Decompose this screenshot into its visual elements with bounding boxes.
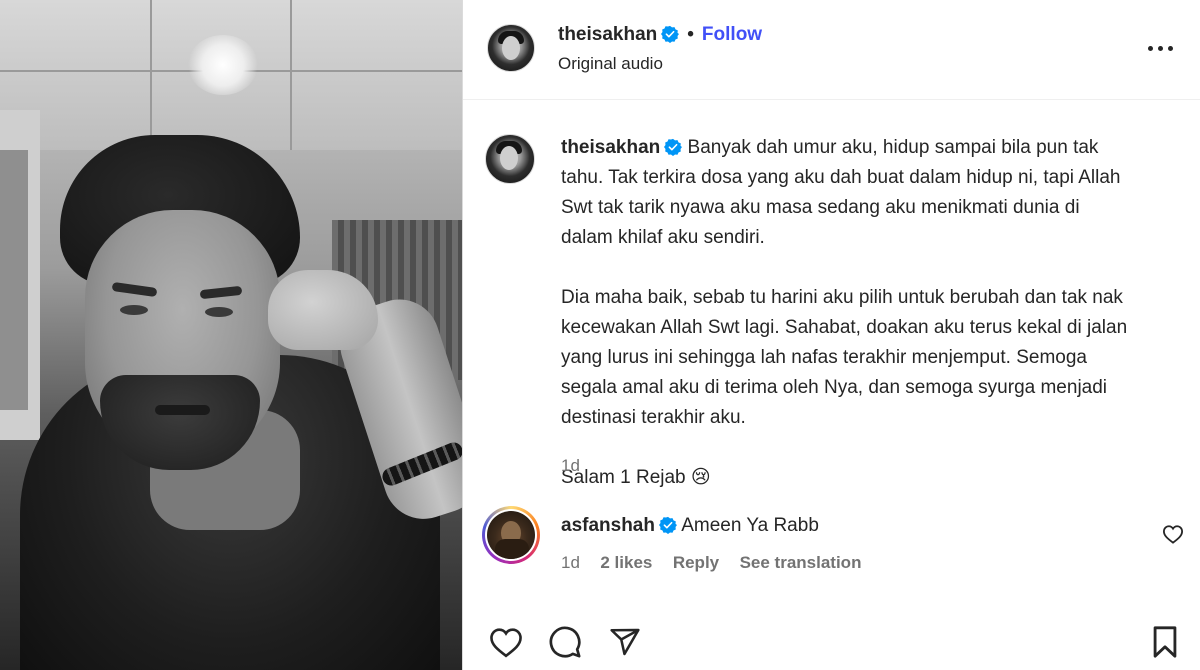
small-heart-icon[interactable] — [1162, 524, 1184, 544]
avatar-body — [495, 539, 529, 559]
commenter-avatar[interactable] — [482, 506, 540, 564]
author-username[interactable]: theisakhan — [558, 24, 657, 45]
media-ceiling-line — [290, 0, 292, 150]
caption-line: theisakhan Banyak dah umur aku, hidup sa… — [561, 133, 1181, 163]
share-icon[interactable] — [608, 626, 642, 658]
avatar-face — [500, 146, 518, 170]
caption-line: tahu. Tak terkira dosa yang aku dah buat… — [561, 167, 1121, 188]
follow-button[interactable]: Follow — [702, 24, 762, 45]
caption-avatar[interactable] — [485, 134, 535, 184]
bookmark-icon[interactable] — [1150, 625, 1180, 659]
media-mouth — [155, 405, 210, 415]
pane-divider — [462, 0, 463, 670]
caption-line: Dia maha baik, sebab tu harini aku pilih… — [561, 287, 1123, 308]
comment-icon[interactable] — [548, 625, 582, 659]
caption-line: kecewakan Allah Swt lagi. Sahabat, doaka… — [561, 317, 1128, 338]
caption: theisakhan Banyak dah umur aku, hidup sa… — [561, 133, 1181, 493]
media-ceiling-light — [188, 35, 258, 95]
commenter-avatar-image — [487, 511, 535, 559]
verified-badge-icon — [664, 138, 683, 156]
comment-text: Ameen Ya Rabb — [681, 515, 819, 536]
caption-line: segala amal aku di terima oleh Nya, dan … — [561, 377, 1108, 398]
heart-icon[interactable] — [488, 626, 524, 658]
media-door — [0, 150, 28, 410]
commenter-username[interactable]: asfanshah — [561, 515, 655, 536]
comment: asfanshah Ameen Ya Rabb — [561, 511, 819, 541]
more-dot — [1158, 46, 1163, 51]
caption-line: destinasi terakhir aku. — [561, 407, 746, 428]
caption-text: Banyak dah umur aku, hidup sampai bila p… — [687, 137, 1099, 158]
original-audio-link[interactable]: Original audio — [558, 54, 663, 74]
caption-timestamp[interactable]: 1d — [561, 456, 580, 476]
avatar-face — [502, 36, 520, 60]
more-options-icon[interactable] — [1146, 38, 1176, 58]
caption-username[interactable]: theisakhan — [561, 137, 660, 158]
header-title-row: theisakhan • Follow — [558, 24, 762, 46]
more-dot — [1148, 46, 1153, 51]
comment-reply-button[interactable]: Reply — [673, 553, 719, 572]
verified-badge-icon — [658, 516, 677, 534]
media-fist — [268, 270, 378, 350]
verified-badge-icon — [661, 25, 680, 43]
caption-line: yang lurus ini sehingga lah nafas terakh… — [561, 347, 1087, 368]
comment-timestamp[interactable]: 1d — [561, 553, 580, 572]
comment-likes[interactable]: 2 likes — [600, 553, 652, 572]
media-eye — [120, 305, 148, 315]
author-avatar[interactable] — [487, 24, 535, 72]
see-translation-button[interactable]: See translation — [740, 553, 862, 572]
caption-line: Salam 1 Rejab 😢 — [561, 463, 1181, 493]
comment-meta: 1d 2 likes Reply See translation — [561, 553, 861, 573]
media-ceiling-line — [150, 0, 152, 150]
post-header: theisakhan • Follow Original audio — [463, 0, 1200, 100]
caption-line: dalam khilaf aku sendiri. — [561, 227, 765, 248]
caption-line: Swt tak tarik nyawa aku masa sedang aku … — [561, 197, 1080, 218]
post-media[interactable] — [0, 0, 462, 670]
header-separator: • — [687, 24, 694, 45]
crying-face-emoji: 😢 — [690, 467, 711, 488]
more-dot — [1168, 46, 1173, 51]
media-eye — [205, 307, 233, 317]
